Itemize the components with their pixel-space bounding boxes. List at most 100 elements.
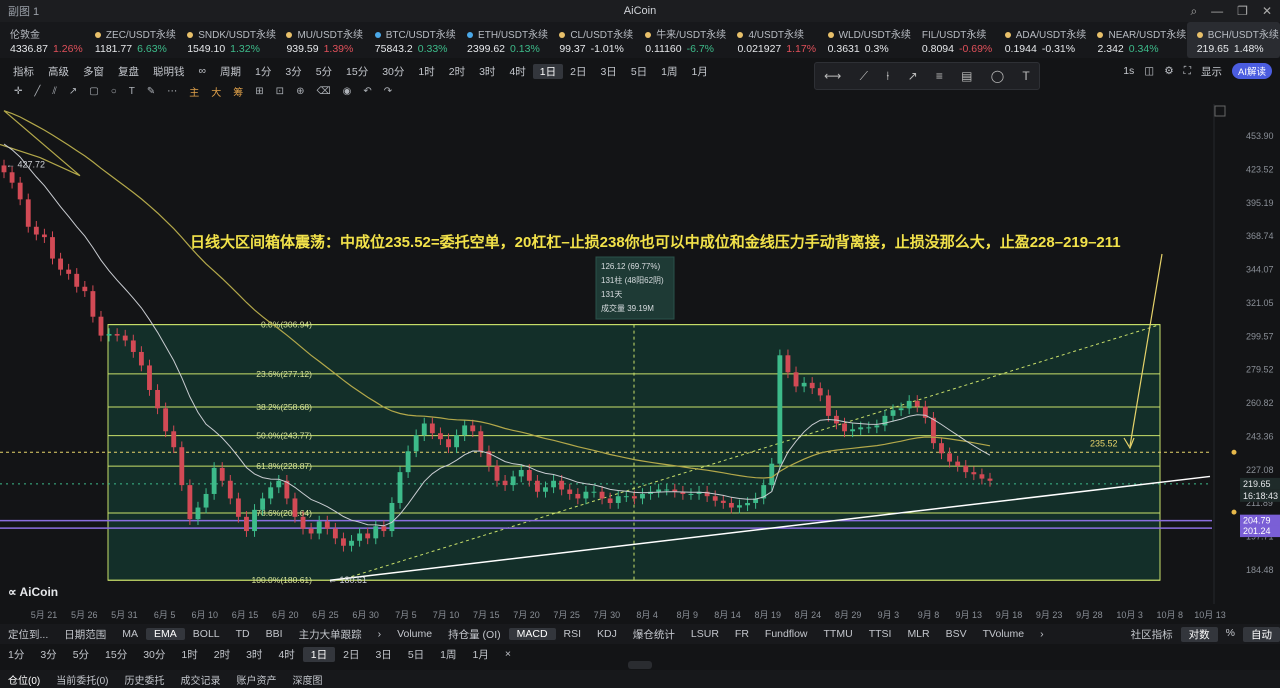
sub-indicator[interactable]: MLR bbox=[899, 628, 937, 640]
period-item[interactable]: 2时 bbox=[206, 647, 238, 662]
toolbar-item[interactable]: 4时 bbox=[502, 64, 532, 79]
ticker-item[interactable]: FIL/USDT永续 0.8094 -0.69% bbox=[912, 22, 995, 58]
toolbar-item[interactable]: 15分 bbox=[339, 64, 375, 79]
ticker-item[interactable]: 伦敦金 4336.87 1.26% bbox=[0, 22, 85, 58]
draw-tool-big[interactable]: 大 bbox=[205, 84, 227, 99]
main-indicator[interactable]: 日期范围 bbox=[56, 627, 114, 642]
period-item[interactable]: 4时 bbox=[270, 647, 302, 662]
toolbar-item[interactable]: 5日 bbox=[624, 64, 654, 79]
ellipse-icon[interactable]: ◯ bbox=[991, 69, 1004, 83]
text-tool-icon[interactable]: T bbox=[123, 86, 141, 97]
sub-indicator[interactable]: FR bbox=[727, 628, 757, 640]
sub-indicator[interactable]: KDJ bbox=[589, 628, 625, 640]
panel-toggle-icon[interactable] bbox=[1214, 105, 1226, 117]
period-item[interactable]: 30分 bbox=[135, 647, 173, 662]
fullscreen-icon[interactable]: ⛶ bbox=[1184, 65, 1191, 78]
search-icon[interactable]: ⌕ bbox=[1190, 4, 1197, 19]
sub-indicator[interactable]: TVolume bbox=[975, 628, 1032, 640]
ticker-item[interactable]: SNDK/USDT永续 1549.10 1.32% bbox=[177, 22, 276, 58]
candlestick-chart[interactable]: 453.90 423.52 395.19 368.74 344.07 321.05 299.… bbox=[0, 104, 1280, 604]
toolbar-item[interactable]: 3时 bbox=[472, 64, 502, 79]
ticker-item[interactable]: BCH/USDT永续 219.65 1.48% bbox=[1186, 22, 1280, 58]
scale-option[interactable]: % bbox=[1218, 627, 1243, 642]
toolbar-item[interactable]: 5分 bbox=[309, 64, 339, 79]
trade-tab[interactable]: 账户资产 bbox=[228, 672, 284, 687]
scale-option[interactable]: 自动 bbox=[1243, 626, 1280, 642]
period-item[interactable]: 1分 bbox=[0, 647, 32, 662]
period-item[interactable]: 3日 bbox=[367, 647, 399, 662]
brush-icon[interactable]: ✎ bbox=[141, 86, 161, 97]
ticker-item[interactable]: ZEC/USDT永续 1181.77 6.63% bbox=[85, 22, 177, 58]
text-icon[interactable]: T bbox=[1022, 69, 1029, 83]
trade-tab[interactable]: 历史委托 bbox=[116, 672, 172, 687]
toolbar-item[interactable]: 聪明钱 bbox=[146, 64, 192, 79]
toolbar-item[interactable]: 多窗 bbox=[76, 64, 111, 79]
ray-icon[interactable]: ↗ bbox=[908, 69, 918, 83]
main-indicator[interactable]: 定位到... bbox=[0, 627, 56, 642]
display-button[interactable]: 显示 bbox=[1201, 64, 1222, 79]
sub-indicator[interactable]: RSI bbox=[556, 628, 590, 640]
ticker-item[interactable]: BTC/USDT永续 75843.2 0.33% bbox=[365, 22, 457, 58]
trade-tab[interactable]: 当前委托(0) bbox=[48, 672, 116, 687]
redo-icon[interactable]: ↷ bbox=[378, 86, 398, 97]
line-icon[interactable]: ╱ bbox=[28, 86, 46, 97]
sub-indicator[interactable]: 爆仓统计 bbox=[625, 627, 683, 642]
period-item[interactable]: 3时 bbox=[238, 647, 270, 662]
multiline-icon[interactable]: ⫽ bbox=[46, 86, 62, 97]
main-indicator[interactable]: EMA bbox=[146, 628, 185, 640]
toolbar-item[interactable]: 1日 bbox=[532, 63, 564, 79]
undo-icon[interactable]: ↶ bbox=[357, 86, 377, 97]
circle-icon[interactable]: ○ bbox=[105, 86, 123, 97]
period-item[interactable]: 5日 bbox=[400, 647, 432, 662]
horizontal-line-icon[interactable]: ⟷ bbox=[824, 69, 841, 83]
draw-tool-chip[interactable]: 筹 bbox=[227, 84, 249, 99]
chevron-right-icon[interactable]: › bbox=[1032, 628, 1052, 640]
parallel-lines-icon[interactable]: ≡ bbox=[936, 69, 943, 83]
main-indicator[interactable]: BOLL bbox=[185, 628, 228, 640]
eraser-icon[interactable]: ⌫ bbox=[310, 86, 336, 97]
sub-indicator[interactable]: Volume bbox=[389, 628, 440, 640]
zoom-icon[interactable]: ⊕ bbox=[290, 86, 310, 97]
trade-tab[interactable]: 成交记录 bbox=[172, 672, 228, 687]
hide-icon[interactable]: ◉ bbox=[337, 86, 358, 97]
period-item[interactable]: 1日 bbox=[302, 646, 336, 662]
camera-icon[interactable]: ◫ bbox=[1144, 65, 1154, 77]
toolbar-item[interactable]: 高级 bbox=[41, 64, 76, 79]
rect-icon[interactable]: ▢ bbox=[83, 86, 104, 97]
toolbar-item[interactable]: 3分 bbox=[278, 64, 308, 79]
period-item[interactable]: 15分 bbox=[97, 647, 135, 662]
toolbar-item[interactable]: 2日 bbox=[563, 64, 593, 79]
trade-tab[interactable]: 仓位(0) bbox=[0, 672, 48, 687]
more-icon[interactable]: ⋯ bbox=[161, 86, 183, 97]
sub-indicator[interactable]: 持仓量 (OI) bbox=[440, 627, 509, 642]
annotation-text[interactable]: 日线大区间箱体震荡：中成位235.52=委托空单，20杠杠–止损238你也可以中… bbox=[190, 233, 1121, 251]
trend-line-icon[interactable]: ⟋ bbox=[860, 69, 868, 84]
main-indicator[interactable]: TD bbox=[228, 628, 258, 640]
period-item[interactable]: 3分 bbox=[32, 647, 64, 662]
trade-tab[interactable]: 深度图 bbox=[284, 672, 330, 687]
toolbar-item[interactable]: 3日 bbox=[593, 64, 623, 79]
ticker-item[interactable]: NEAR/USDT永续 2.342 0.34% bbox=[1087, 22, 1186, 58]
period-item[interactable]: 5分 bbox=[65, 647, 97, 662]
close-icon[interactable]: × bbox=[497, 648, 519, 660]
main-indicator[interactable]: MA bbox=[114, 628, 146, 640]
fib-icon[interactable]: ▤ bbox=[961, 69, 972, 83]
ticker-item[interactable]: MU/USDT永续 939.59 1.39% bbox=[276, 22, 364, 58]
ticker-item[interactable]: ETH/USDT永续 2399.62 0.13% bbox=[457, 22, 549, 58]
main-indicator[interactable]: BBI bbox=[258, 628, 291, 640]
ticker-item[interactable]: CL/USDT永续 99.37 -1.01% bbox=[549, 22, 635, 58]
vertical-line-icon[interactable]: ⍿ bbox=[886, 69, 889, 84]
scale-option[interactable]: 社区指标 bbox=[1123, 627, 1181, 642]
toolbar-item[interactable]: 2时 bbox=[442, 64, 472, 79]
lock-icon[interactable]: ⊡ bbox=[270, 86, 290, 97]
toolbar-item[interactable]: 1周 bbox=[654, 64, 684, 79]
panel-grip[interactable] bbox=[628, 661, 652, 669]
main-indicator[interactable]: 主力大单跟踪 bbox=[291, 627, 370, 642]
toolbar-item[interactable]: ∞ bbox=[192, 65, 214, 77]
period-item[interactable]: 1时 bbox=[173, 647, 205, 662]
sub-indicator[interactable]: BSV bbox=[938, 628, 975, 640]
window-tab[interactable]: 副图 1 bbox=[8, 3, 39, 19]
draw-tool-main[interactable]: 主 bbox=[183, 84, 205, 99]
ticker-item[interactable]: 4/USDT永续 0.021927 1.17% bbox=[727, 22, 817, 58]
sub-indicator[interactable]: LSUR bbox=[683, 628, 727, 640]
